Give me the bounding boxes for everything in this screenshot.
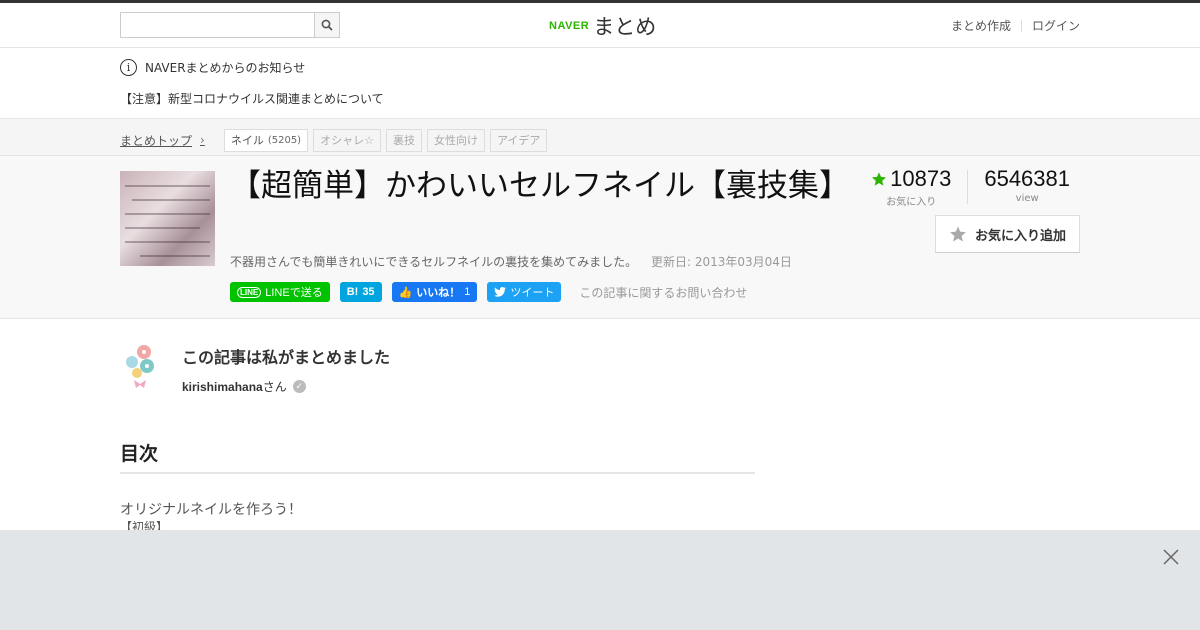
article-title: 【超簡単】かわいいセルフネイル【裏技集】	[230, 168, 850, 204]
avatar[interactable]	[120, 340, 160, 390]
views-label: view	[1015, 193, 1039, 204]
tweet-label: ツイート	[510, 287, 555, 299]
thumbs-up-icon: 👍	[398, 286, 413, 299]
line-share-button[interactable]: LINE LINEで送る	[230, 282, 330, 302]
notice-link[interactable]: 【注意】新型コロナウイルス関連まとめについて	[120, 90, 1080, 107]
notice-section: i NAVERまとめからのお知らせ 【注意】新型コロナウイルス関連まとめについて	[0, 48, 1200, 118]
article-description: 不器用さんでも簡単きれいにできるセルフネイルの裏技を集めてみました。 更新日: …	[230, 253, 792, 270]
ad-banner	[0, 530, 1200, 630]
tweet-button[interactable]: ツイート	[487, 282, 562, 302]
author-section: この記事は私がまとめました kirishimahanaさん ✓	[120, 340, 390, 395]
star-outline-icon	[950, 226, 966, 242]
hatena-bookmark-button[interactable]: B! 35	[339, 282, 382, 302]
line-share-label: LINEで送る	[265, 287, 323, 299]
tag-nail[interactable]: ネイル (5205)	[223, 128, 309, 152]
tag-urawaza[interactable]: 裏技	[385, 128, 422, 152]
hatena-count: 35	[362, 286, 375, 298]
favorites-stat: 10873 お気に入り	[855, 166, 967, 208]
twitter-bird-icon	[494, 287, 507, 297]
article-header: 【超簡単】かわいいセルフネイル【裏技集】 不器用さんでも簡単きれいにできるセルフ…	[0, 156, 1200, 319]
search-icon	[321, 19, 333, 31]
close-icon[interactable]	[1162, 548, 1180, 566]
tag-label: ネイル	[230, 134, 264, 147]
logo-brand: NAVER	[549, 20, 590, 32]
line-icon: LINE	[237, 286, 262, 298]
toc-item[interactable]: オリジナルネイルを作ろう！	[120, 499, 302, 519]
search-box	[120, 12, 340, 38]
site-logo[interactable]: NAVER まとめ	[549, 11, 656, 41]
author-name-row: kirishimahanaさん ✓	[182, 378, 390, 395]
article-thumbnail[interactable]	[120, 171, 215, 266]
breadcrumb-top-link[interactable]: まとめトップ ›	[120, 132, 205, 149]
site-header: NAVER まとめ まとめ作成 ログイン	[0, 3, 1200, 48]
tag-oshare[interactable]: オシャレ☆	[313, 128, 381, 152]
fb-like-count: 1	[464, 286, 471, 298]
add-favorite-button[interactable]: お気に入り追加	[935, 215, 1080, 253]
create-matome-link[interactable]: まとめ作成	[951, 17, 1011, 34]
description-text: 不器用さんでも簡単きれいにできるセルフネイルの裏技を集めてみました。	[230, 255, 638, 269]
favorites-label: お気に入り	[886, 197, 937, 208]
author-heading: この記事は私がまとめました	[182, 348, 391, 367]
tag-count: (5205)	[267, 134, 302, 146]
breadcrumb-top-label: まとめトップ	[120, 133, 193, 148]
favorites-count: 10873	[890, 166, 952, 191]
notice-heading: NAVERまとめからのお知らせ	[145, 60, 306, 75]
tag-josei[interactable]: 女性向け	[426, 128, 485, 152]
hatena-icon: B!	[346, 286, 359, 298]
chevron-right-icon: ›	[200, 133, 205, 147]
author-suffix: さん	[262, 380, 287, 394]
search-input[interactable]	[120, 12, 315, 38]
views-stat: 6546381 view	[968, 166, 1086, 204]
info-icon: i	[120, 58, 137, 76]
flower-avatar-icon	[126, 345, 154, 388]
logo-text: まとめ	[593, 15, 657, 39]
header-links: まとめ作成 ログイン	[951, 17, 1080, 34]
share-buttons: LINE LINEで送る B! 35 👍 いいね！ 1 ツイート この記事に関す…	[230, 282, 747, 302]
article-stats: 10873 お気に入り 6546381 view	[855, 166, 1086, 208]
updated-date: 更新日: 2013年03月04日	[651, 255, 792, 269]
views-count: 6546381	[984, 166, 1070, 191]
verified-check-icon: ✓	[292, 380, 306, 393]
author-name[interactable]: kirishimahana	[182, 380, 263, 394]
search-button[interactable]	[314, 12, 340, 38]
breadcrumb: まとめトップ › ネイル (5205) オシャレ☆ 裏技 女性向け アイデア	[0, 118, 1200, 156]
toc-heading: 目次	[120, 439, 755, 474]
star-icon	[872, 172, 887, 186]
inquiry-link[interactable]: この記事に関するお問い合わせ	[579, 284, 747, 301]
tag-idea[interactable]: アイデア	[489, 128, 548, 152]
fb-like-label: いいね！	[416, 287, 461, 299]
facebook-like-button[interactable]: 👍 いいね！ 1	[391, 282, 478, 302]
login-link[interactable]: ログイン	[1032, 17, 1080, 34]
add-favorite-label: お気に入り追加	[974, 228, 1066, 244]
header-divider	[1020, 19, 1022, 32]
